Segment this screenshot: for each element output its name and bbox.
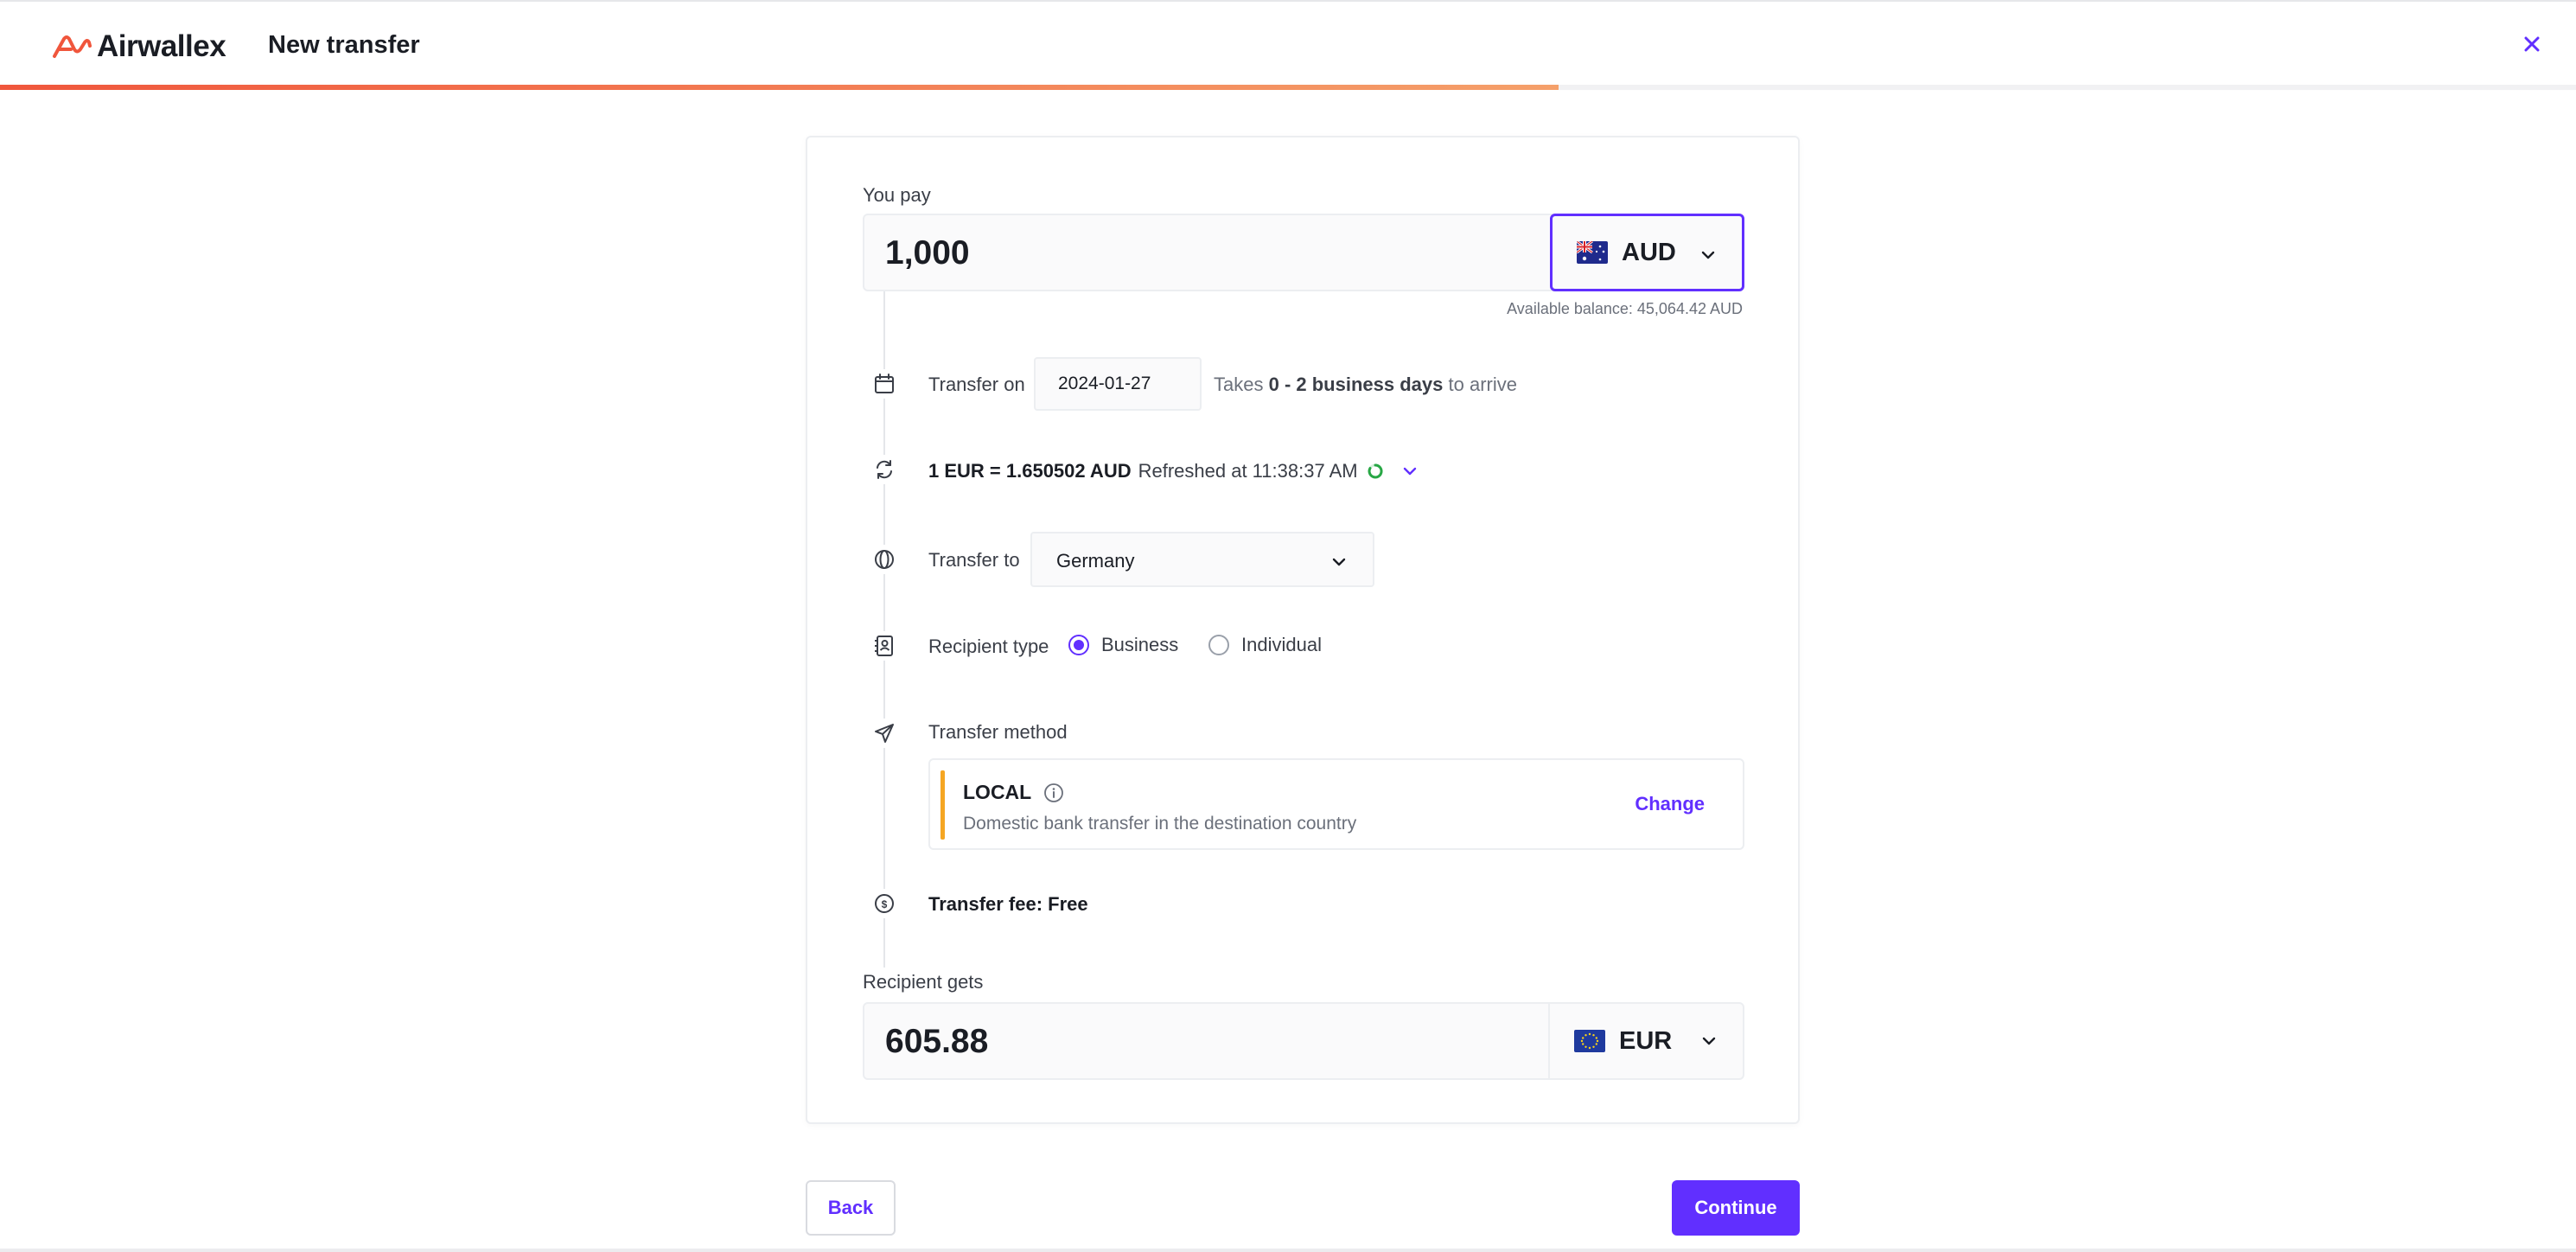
contact-book-icon bbox=[870, 631, 899, 661]
continue-button[interactable]: Continue bbox=[1672, 1180, 1800, 1236]
close-icon[interactable] bbox=[2517, 29, 2547, 59]
pay-currency-select[interactable]: AUD bbox=[1550, 214, 1744, 291]
info-icon[interactable] bbox=[1043, 782, 1064, 803]
refresh-timer-icon bbox=[1368, 463, 1383, 479]
page-title: New transfer bbox=[268, 31, 420, 59]
recipient-gets-amount[interactable]: 605.88 bbox=[885, 1023, 988, 1061]
chevron-down-icon[interactable] bbox=[1400, 461, 1420, 482]
chevron-down-icon bbox=[1701, 251, 1715, 259]
airwallex-logo-icon bbox=[53, 35, 92, 58]
radio-business-label: Business bbox=[1101, 634, 1179, 655]
you-pay-label: You pay bbox=[863, 184, 931, 206]
takes-prefix: Takes bbox=[1214, 374, 1264, 395]
method-title: LOCAL bbox=[963, 781, 1064, 804]
recipient-gets-label: Recipient gets bbox=[863, 971, 984, 993]
rate-refreshed-time: Refreshed at 11:38:37 AM bbox=[1138, 460, 1358, 482]
radio-individual-dot[interactable] bbox=[1208, 635, 1229, 655]
svg-text:$: $ bbox=[882, 898, 888, 910]
country-value: Germany bbox=[1056, 550, 1135, 572]
pay-currency-code: AUD bbox=[1622, 238, 1676, 266]
takes-days: 0 - 2 business days bbox=[1268, 374, 1444, 395]
brand-name: Airwallex bbox=[97, 29, 226, 63]
available-balance: Available balance: 45,064.42 AUD bbox=[1507, 300, 1743, 317]
exchange-rate-row: 1 EUR = 1.650502 AUD Refreshed at 11:38:… bbox=[928, 460, 1420, 482]
top-header: Airwallex New transfer bbox=[0, 0, 2576, 90]
transfer-to-label: Transfer to bbox=[928, 549, 1020, 571]
airwallex-logo[interactable]: Airwallex bbox=[52, 29, 226, 64]
chevron-down-icon bbox=[1702, 1037, 1716, 1045]
transfer-date-input[interactable]: 2024-01-27 bbox=[1034, 357, 1202, 411]
method-accent-bar bbox=[940, 770, 945, 840]
window-bottom-edge bbox=[0, 1249, 2576, 1252]
transfer-method-label: Transfer method bbox=[928, 721, 1068, 743]
back-button[interactable]: Back bbox=[806, 1180, 896, 1236]
takes-suffix: to arrive bbox=[1448, 374, 1517, 395]
method-name: LOCAL bbox=[963, 781, 1032, 803]
transfer-fee: Transfer fee: Free bbox=[928, 893, 1088, 915]
country-select[interactable]: Germany bbox=[1030, 532, 1374, 587]
exchange-icon bbox=[870, 455, 899, 484]
progress-bar bbox=[0, 85, 2576, 90]
paper-plane-icon bbox=[870, 719, 899, 748]
eu-flag-icon bbox=[1574, 1030, 1605, 1052]
transfer-on-label: Transfer on bbox=[928, 374, 1025, 395]
radio-business-dot[interactable] bbox=[1068, 635, 1089, 655]
you-pay-field[interactable]: 1,000 AUD bbox=[863, 214, 1744, 291]
radio-individual[interactable]: Individual bbox=[1208, 634, 1322, 656]
change-method-button[interactable]: Change bbox=[1635, 793, 1705, 815]
transfer-form-card: You pay 1,000 AUD Available balance: 45,… bbox=[806, 136, 1800, 1124]
australia-flag-icon bbox=[1577, 241, 1608, 264]
radio-business[interactable]: Business bbox=[1068, 634, 1178, 656]
receive-currency-code: EUR bbox=[1619, 1026, 1673, 1055]
recipient-type-label: Recipient type bbox=[928, 636, 1049, 657]
recipient-gets-field[interactable]: 605.88 EUR bbox=[863, 1002, 1744, 1080]
method-description: Domestic bank transfer in the destinatio… bbox=[963, 814, 1357, 834]
exchange-rate-value: 1 EUR = 1.650502 AUD bbox=[928, 460, 1132, 482]
arrival-estimate: Takes 0 - 2 business days to arrive bbox=[1214, 374, 1517, 396]
radio-individual-label: Individual bbox=[1241, 634, 1322, 655]
globe-icon bbox=[870, 545, 899, 574]
progress-fill bbox=[0, 85, 1559, 90]
calendar-icon bbox=[870, 369, 899, 399]
you-pay-amount[interactable]: 1,000 bbox=[885, 234, 970, 272]
chevron-down-icon bbox=[1332, 558, 1346, 566]
receive-currency-select[interactable]: EUR bbox=[1548, 1002, 1743, 1080]
transfer-method-card: LOCAL Domestic bank transfer in the dest… bbox=[928, 758, 1744, 850]
dollar-coin-icon: $ bbox=[870, 889, 899, 918]
